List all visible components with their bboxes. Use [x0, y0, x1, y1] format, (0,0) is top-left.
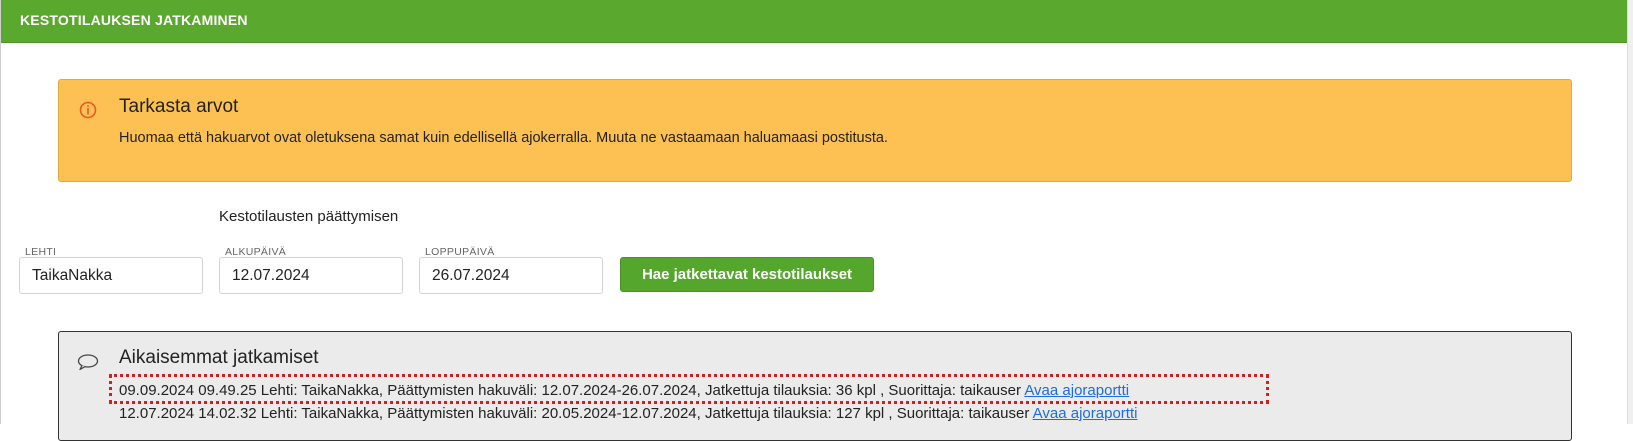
history-panel: Aikaisemmat jatkamiset 09.09.2024 09.49.… [58, 331, 1572, 441]
info-circle-icon [79, 101, 97, 119]
history-entry-text: 12.07.2024 14.02.32 Lehti: TaikaNakka, P… [119, 405, 1033, 422]
date-range-label: Kestotilausten päättymisen [219, 208, 399, 225]
speech-bubble-icon [77, 353, 99, 371]
search-subscriptions-button[interactable]: Hae jatkettavat kestotilaukset [620, 257, 874, 292]
history-entry-text: 09.09.2024 09.49.25 Lehti: TaikaNakka, P… [119, 382, 1025, 399]
loppupaiva-input[interactable]: 26.07.2024 [419, 257, 603, 294]
warning-text: Huomaa että hakuarvot ovat oletuksena sa… [119, 130, 888, 146]
lehti-select[interactable]: TaikaNakka [19, 257, 203, 294]
warning-alert: Tarkasta arvot Huomaa että hakuarvot ova… [58, 79, 1572, 182]
history-title: Aikaisemmat jatkamiset [119, 347, 319, 368]
page-header: KESTOTILAUKSEN JATKAMINEN [1, 0, 1629, 43]
open-report-link[interactable]: Avaa ajoraportti [1024, 382, 1129, 399]
page-title: KESTOTILAUKSEN JATKAMINEN [20, 12, 248, 28]
alkupaiva-input[interactable]: 12.07.2024 [219, 257, 403, 294]
history-entry: 12.07.2024 14.02.32 Lehti: TaikaNakka, P… [119, 405, 1137, 422]
open-report-link[interactable]: Avaa ajoraportti [1033, 405, 1138, 422]
page-frame: KESTOTILAUKSEN JATKAMINEN Tarkasta arvot… [0, 0, 1629, 441]
warning-title: Tarkasta arvot [119, 96, 239, 117]
scrollbar[interactable] [1627, 0, 1633, 424]
history-entry: 09.09.2024 09.49.25 Lehti: TaikaNakka, P… [119, 382, 1129, 399]
